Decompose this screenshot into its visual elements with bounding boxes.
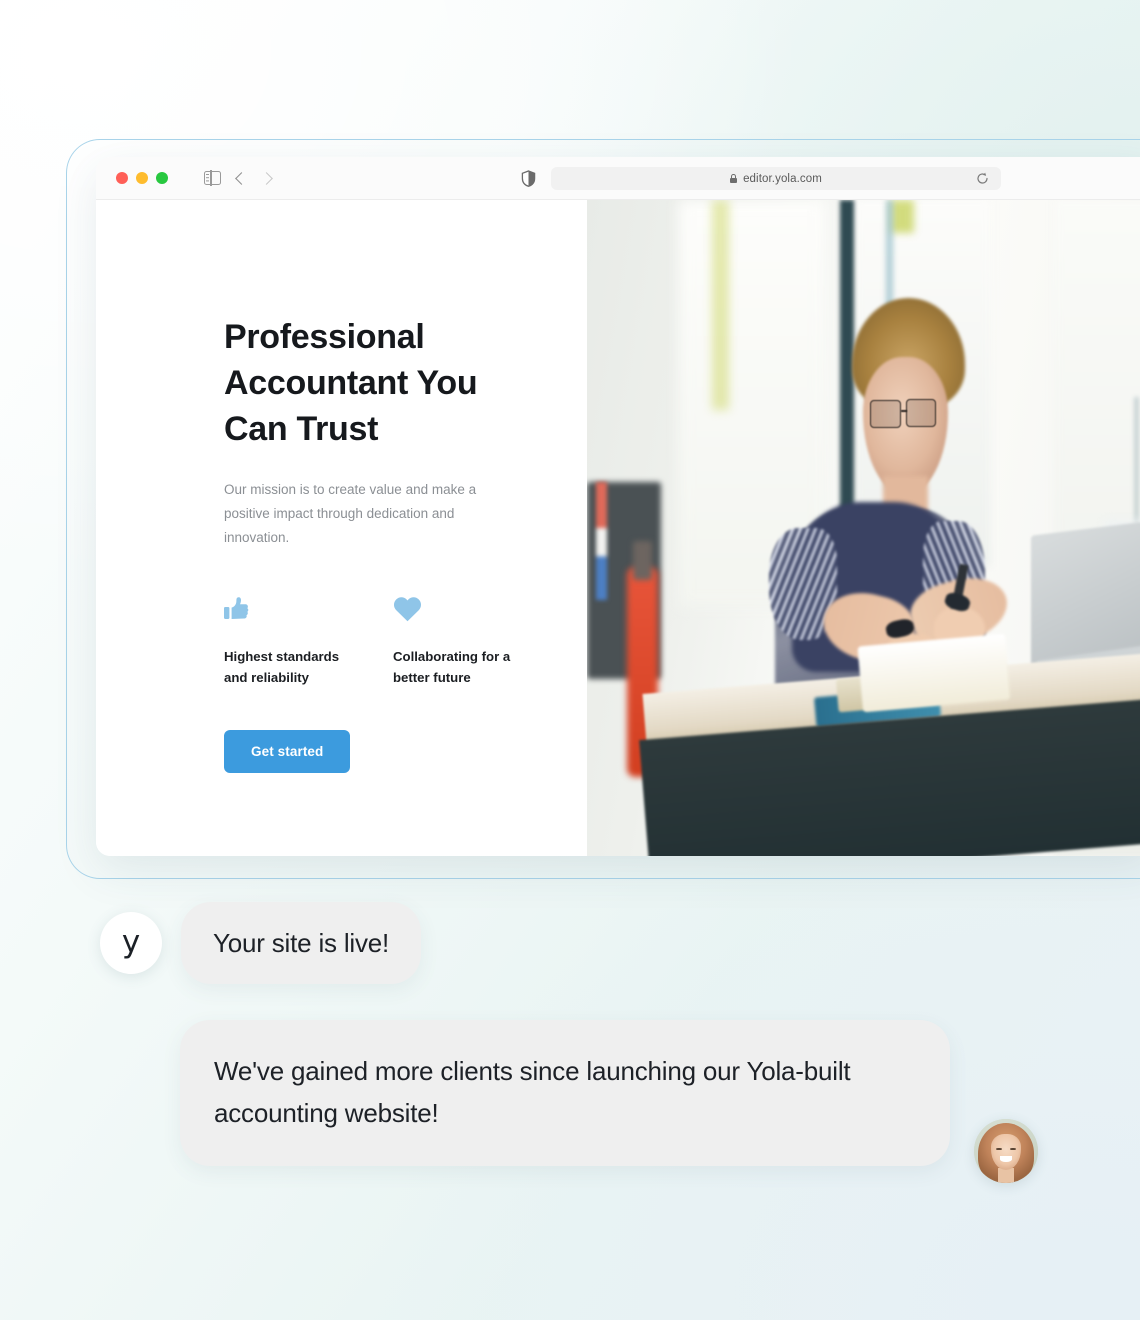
feature-item: Collaborating for a better future: [393, 596, 523, 688]
reload-icon[interactable]: [976, 172, 989, 185]
minimize-window-button[interactable]: [136, 172, 148, 184]
sidebar-toggle-icon[interactable]: [204, 170, 221, 186]
thumbs-up-icon: [224, 596, 354, 622]
chat-message-text: Your site is live!: [213, 928, 390, 958]
hero-text-column: Professional Accountant You Can Trust Ou…: [96, 200, 587, 856]
window-traffic-lights[interactable]: [116, 172, 168, 184]
page-title: Professional Accountant You Can Trust: [224, 318, 478, 448]
browser-chrome: editor.yola.com: [96, 157, 1140, 200]
feature-list: Highest standards and reliability Collab…: [224, 596, 534, 688]
heart-icon: [393, 596, 523, 622]
yola-logo-letter: y: [121, 923, 141, 960]
feature-label: Collaborating for a better future: [393, 649, 511, 685]
address-bar[interactable]: editor.yola.com: [551, 167, 1001, 190]
hero-subtext: Our mission is to create value and make …: [224, 482, 477, 545]
privacy-shield-icon[interactable]: [521, 170, 536, 187]
navigation-controls: [204, 170, 273, 186]
chat-message-text: We've gained more clients since launchin…: [214, 1056, 851, 1128]
forward-chevron-icon[interactable]: [260, 171, 273, 185]
client-avatar: [974, 1119, 1038, 1183]
chat-bubble-yola: Your site is live!: [181, 902, 422, 984]
hero-photo: [587, 200, 1140, 856]
back-chevron-icon[interactable]: [235, 171, 248, 185]
chat-row-yola: y Your site is live!: [100, 902, 422, 984]
feature-item: Highest standards and reliability: [224, 596, 354, 688]
browser-window: editor.yola.com Professional Accountant …: [96, 157, 1140, 856]
yola-logo-avatar: y: [100, 912, 162, 974]
url-text: editor.yola.com: [743, 172, 822, 185]
chat-bubble-client: We've gained more clients since launchin…: [180, 1020, 950, 1166]
feature-label: Highest standards and reliability: [224, 649, 340, 685]
get-started-button[interactable]: Get started: [224, 730, 351, 773]
lock-icon: [730, 174, 738, 183]
chat-row-client: We've gained more clients since launchin…: [180, 1020, 1038, 1183]
website-preview: Professional Accountant You Can Trust Ou…: [96, 200, 1140, 856]
maximize-window-button[interactable]: [156, 172, 168, 184]
close-window-button[interactable]: [116, 172, 128, 184]
